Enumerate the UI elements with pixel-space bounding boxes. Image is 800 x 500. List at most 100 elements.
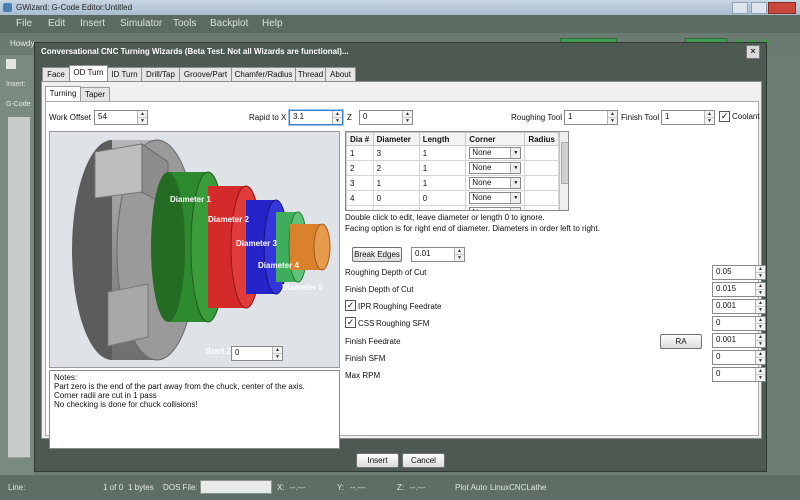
table-scrollbar[interactable]: [559, 132, 568, 210]
chevron-down-icon[interactable]: ▼: [510, 193, 521, 203]
work-offset-input[interactable]: 54 ▲ ▼: [94, 110, 148, 125]
diameter-cell[interactable]: 3: [372, 145, 420, 161]
tab-chamfer-radius[interactable]: Chamfer/Radius: [231, 67, 296, 82]
break-edges-input[interactable]: 0.01 ▲ ▼: [411, 247, 465, 262]
spin-down-icon[interactable]: ▼: [273, 354, 282, 360]
menu-backplot[interactable]: Backplot: [210, 18, 248, 29]
table-row[interactable]: 500None▼: [346, 205, 559, 210]
column-header[interactable]: Corner: [465, 132, 526, 146]
scrollbar-thumb[interactable]: [561, 142, 568, 184]
rapid-x-input[interactable]: 3.1 ▲ ▼: [289, 110, 343, 125]
corner-select[interactable]: None ▼: [469, 177, 522, 189]
tab-od-turn[interactable]: OD Turn: [69, 65, 108, 82]
table-row[interactable]: 1 3 1 None ▼: [346, 145, 559, 161]
chevron-down-icon[interactable]: ▼: [510, 178, 521, 188]
spin-down-icon[interactable]: ▼: [756, 273, 765, 279]
spin-down-icon[interactable]: ▼: [756, 307, 765, 313]
diameter-cell[interactable]: 2: [372, 160, 420, 176]
spin-up-icon[interactable]: ▲: [756, 317, 765, 324]
corner-cell[interactable]: None ▼: [465, 205, 526, 210]
spin-down-icon[interactable]: ▼: [756, 358, 765, 364]
spin-up-icon[interactable]: ▲: [333, 111, 342, 118]
tab-id-turn[interactable]: ID Turn: [107, 67, 142, 82]
corner-cell[interactable]: None ▼: [465, 145, 526, 161]
insert-button[interactable]: Insert: [356, 453, 399, 468]
subtab-turning[interactable]: Turning: [45, 86, 81, 101]
finish-sfm-input[interactable]: 0 ▲ ▼: [712, 350, 766, 365]
finish-tool-input[interactable]: 1 ▲ ▼: [661, 110, 715, 125]
window-close-icon[interactable]: [768, 2, 796, 14]
dia-number-cell[interactable]: 1: [346, 145, 374, 161]
menu-tools[interactable]: Tools: [173, 18, 196, 29]
corner-select[interactable]: None ▼: [469, 162, 522, 174]
roughing-tool-input[interactable]: 1 ▲ ▼: [564, 110, 618, 125]
finish-feed-input[interactable]: 0.001 ▲ ▼: [712, 333, 766, 348]
spin-up-icon[interactable]: ▲: [705, 111, 714, 118]
spin-down-icon[interactable]: ▼: [455, 255, 464, 261]
maximize-icon[interactable]: [751, 2, 767, 14]
spin-up-icon[interactable]: ▲: [455, 248, 464, 255]
tab-groove-part[interactable]: Groove/Part: [179, 67, 232, 82]
spin-up-icon[interactable]: ▲: [756, 266, 765, 273]
roughing-sfm-input[interactable]: 0 ▲ ▼: [712, 316, 766, 331]
finish-doc-input[interactable]: 0.015 ▲ ▼: [712, 282, 766, 297]
break-edges-button[interactable]: Break Edges: [352, 247, 402, 262]
corner-select[interactable]: None ▼: [469, 192, 522, 204]
corner-select[interactable]: None ▼: [469, 207, 522, 210]
corner-select[interactable]: None ▼: [469, 147, 522, 159]
dialog-close-icon[interactable]: ×: [746, 45, 760, 59]
diameter-cell[interactable]: 0: [372, 190, 420, 206]
radius-cell[interactable]: [524, 190, 559, 206]
length-cell[interactable]: 0: [418, 190, 467, 206]
minimize-icon[interactable]: [732, 2, 748, 14]
radius-cell[interactable]: [524, 205, 559, 210]
table-row[interactable]: 3 1 1 None ▼: [346, 175, 559, 191]
spin-up-icon[interactable]: ▲: [756, 300, 765, 307]
dia-number-cell[interactable]: 4: [346, 190, 374, 206]
z-input[interactable]: 0 ▲ ▼: [359, 110, 413, 125]
spin-down-icon[interactable]: ▼: [333, 118, 342, 124]
ra-button[interactable]: RA: [660, 334, 702, 349]
radius-cell[interactable]: [524, 160, 559, 176]
roughing-doc-input[interactable]: 0.05 ▲ ▼: [712, 265, 766, 280]
corner-cell[interactable]: None ▼: [465, 175, 526, 191]
start-z-input[interactable]: 0 ▲ ▼: [231, 346, 283, 361]
dia-number-cell[interactable]: 2: [346, 160, 374, 176]
length-cell[interactable]: 1: [418, 145, 467, 161]
column-header[interactable]: Dia #: [346, 132, 374, 146]
length-cell[interactable]: 1: [418, 160, 467, 176]
tab-thread[interactable]: Thread: [295, 67, 326, 82]
tab-face[interactable]: Face: [42, 67, 70, 82]
subtab-taper[interactable]: Taper: [80, 87, 110, 101]
spin-down-icon[interactable]: ▼: [756, 341, 765, 347]
spin-up-icon[interactable]: ▲: [273, 347, 282, 354]
radius-cell[interactable]: [524, 145, 559, 161]
new-file-icon[interactable]: [6, 59, 16, 69]
menu-insert[interactable]: Insert: [80, 18, 105, 29]
max-rpm-input[interactable]: 0 ▲ ▼: [712, 367, 766, 382]
spin-down-icon[interactable]: ▼: [705, 118, 714, 124]
css-checkbox[interactable]: ✓: [345, 317, 356, 328]
spin-up-icon[interactable]: ▲: [756, 351, 765, 358]
length-cell[interactable]: 1: [418, 175, 467, 191]
tab-about[interactable]: About: [325, 67, 356, 82]
dia-number-cell[interactable]: 3: [346, 175, 374, 191]
spin-down-icon[interactable]: ▼: [403, 118, 412, 124]
chevron-down-icon[interactable]: ▼: [510, 163, 521, 173]
column-header[interactable]: Diameter: [372, 132, 420, 146]
menu-simulator[interactable]: Simulator: [120, 18, 162, 29]
spin-up-icon[interactable]: ▲: [138, 111, 147, 118]
corner-cell[interactable]: None ▼: [465, 160, 526, 176]
spin-down-icon[interactable]: ▼: [608, 118, 617, 124]
gcode-tab[interactable]: G-Code: [6, 101, 31, 108]
diameter-cell[interactable]: 1: [372, 175, 420, 191]
tab-drill-tap[interactable]: Drill/Tap: [141, 67, 180, 82]
menu-edit[interactable]: Edit: [48, 18, 65, 29]
roughing-feed-input[interactable]: 0.001 ▲ ▼: [712, 299, 766, 314]
spin-up-icon[interactable]: ▲: [756, 334, 765, 341]
coolant-checkbox[interactable]: ✓: [719, 111, 730, 122]
spin-down-icon[interactable]: ▼: [756, 290, 765, 296]
chevron-down-icon[interactable]: ▼: [510, 208, 521, 210]
length-cell[interactable]: 0: [418, 205, 467, 210]
chevron-down-icon[interactable]: ▼: [510, 148, 521, 158]
